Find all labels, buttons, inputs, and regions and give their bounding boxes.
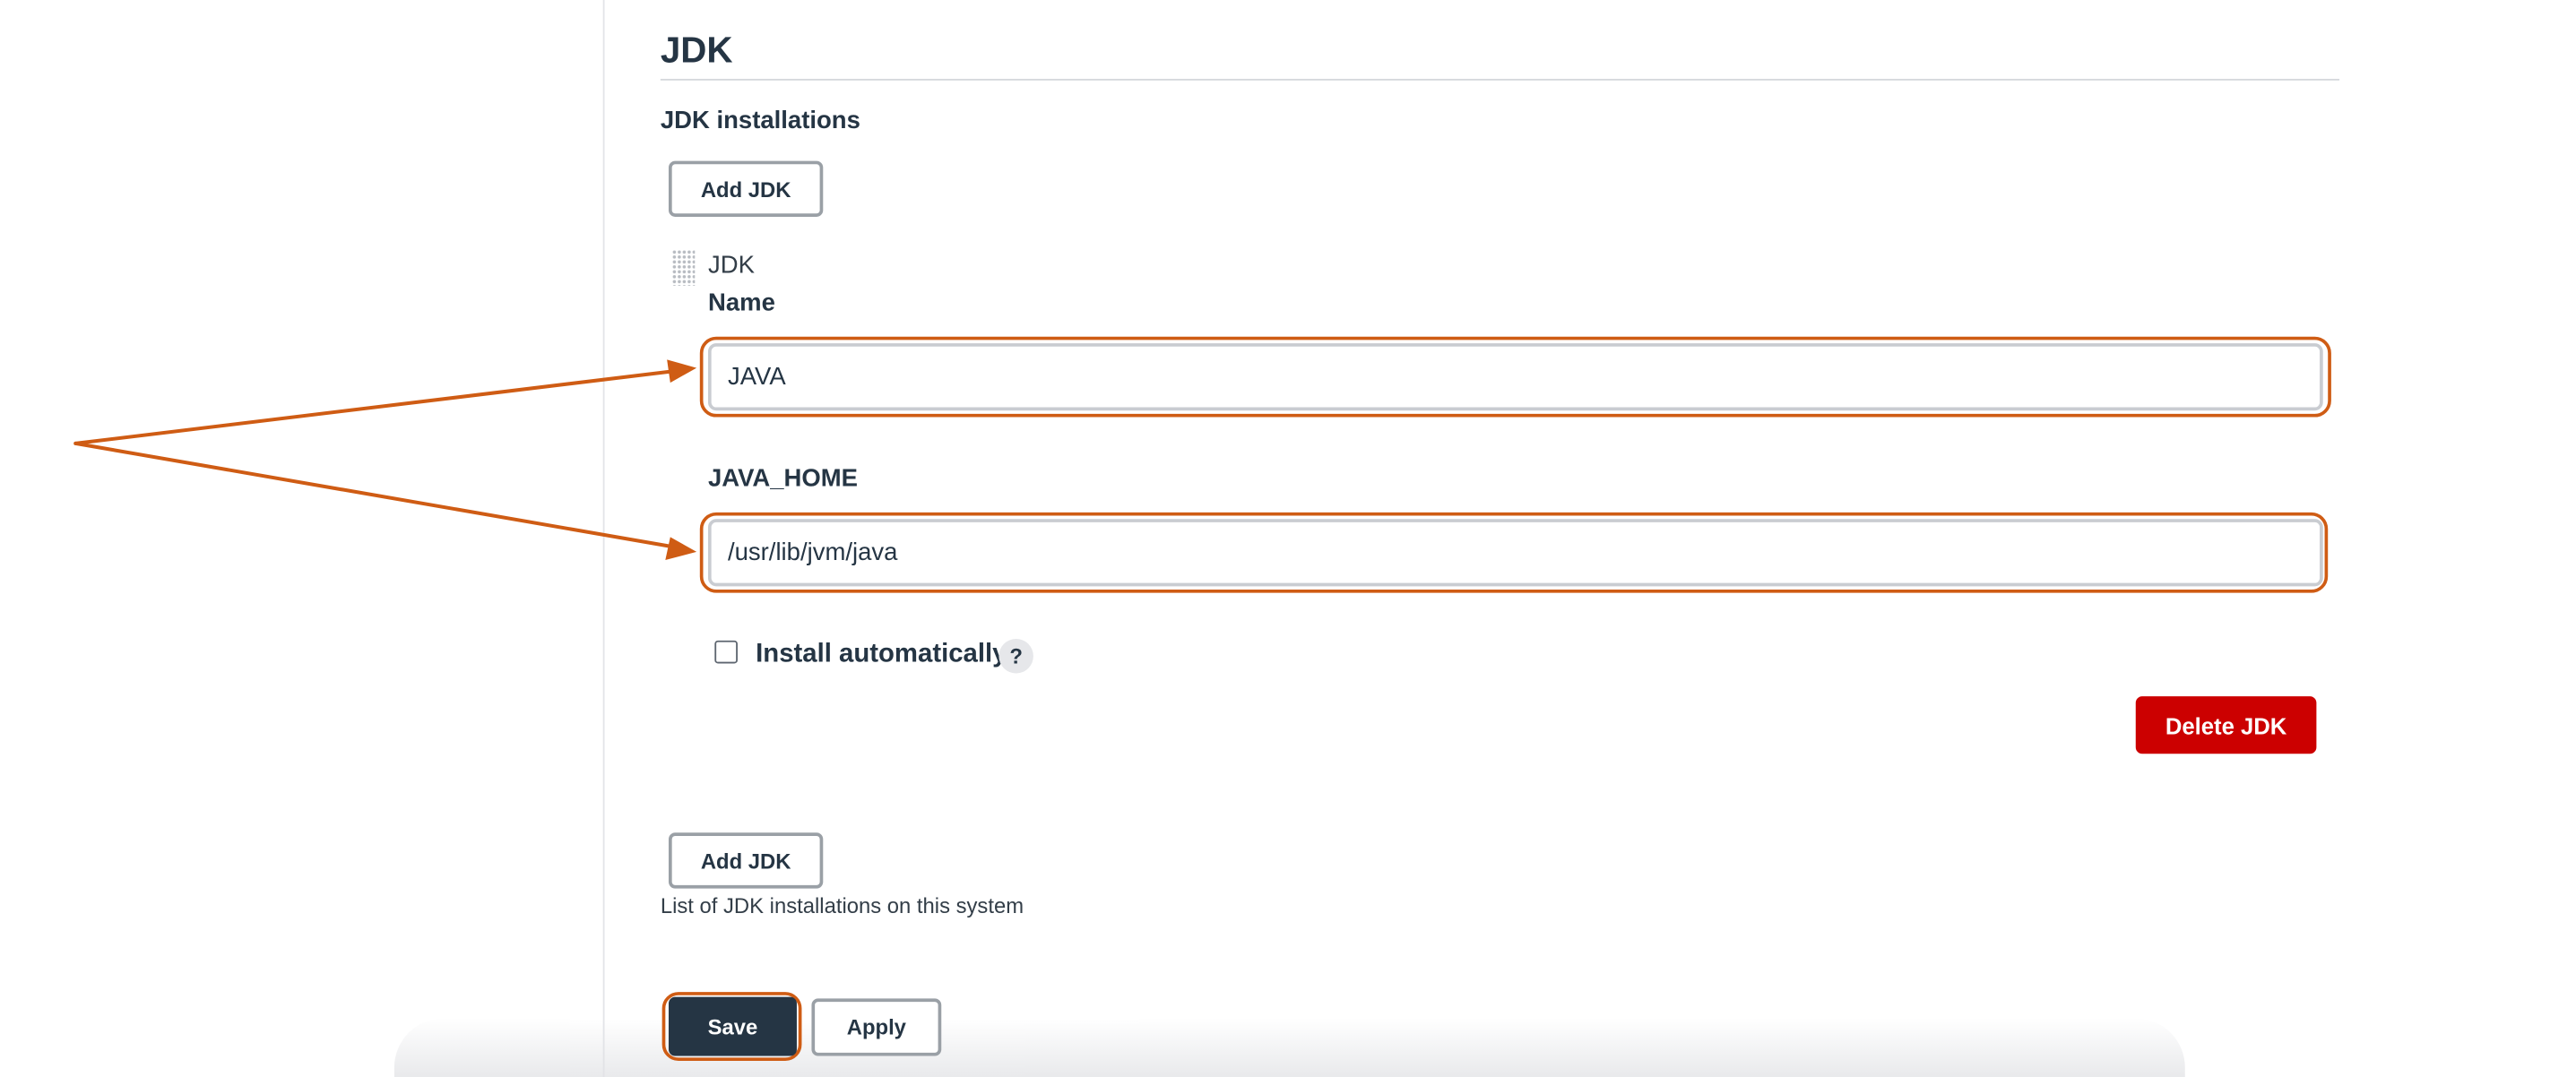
save-button[interactable]: Save [668, 996, 797, 1056]
delete-jdk-button[interactable]: Delete JDK [2135, 696, 2317, 754]
add-jdk-button-top[interactable]: Add JDK [668, 160, 824, 217]
page: JDK JDK installations Add JDK JDK Name J… [0, 0, 2576, 1077]
arrow-head-name [667, 359, 697, 383]
java-home-input[interactable] [707, 519, 2323, 587]
install-automatically-checkbox[interactable] [714, 640, 738, 664]
name-input[interactable] [707, 343, 2323, 411]
install-automatically-label[interactable]: Install automatically [756, 641, 1007, 670]
config-page: JDK JDK installations Add JDK JDK Name J… [0, 0, 2576, 1077]
drag-handle-icon[interactable] [671, 249, 696, 286]
add-jdk-button-bottom[interactable]: Add JDK [668, 832, 824, 889]
help-icon[interactable]: ? [998, 638, 1033, 674]
arrow-head-java-home [665, 537, 697, 561]
section-divider [660, 78, 2340, 81]
jdk-installations-heading: JDK installations [660, 107, 860, 135]
sidebar-divider [602, 0, 605, 1077]
arrow-to-name-line [73, 369, 676, 445]
java-home-label: JAVA_HOME [707, 464, 859, 493]
jdk-installations-help-text: List of JDK installations on this system [660, 893, 1024, 918]
section-title: JDK [660, 29, 733, 71]
apply-button[interactable]: Apply [811, 998, 942, 1056]
arrow-to-java-home-line [73, 441, 676, 549]
name-label: Name [707, 289, 775, 317]
jdk-item-title: JDK [707, 251, 755, 280]
